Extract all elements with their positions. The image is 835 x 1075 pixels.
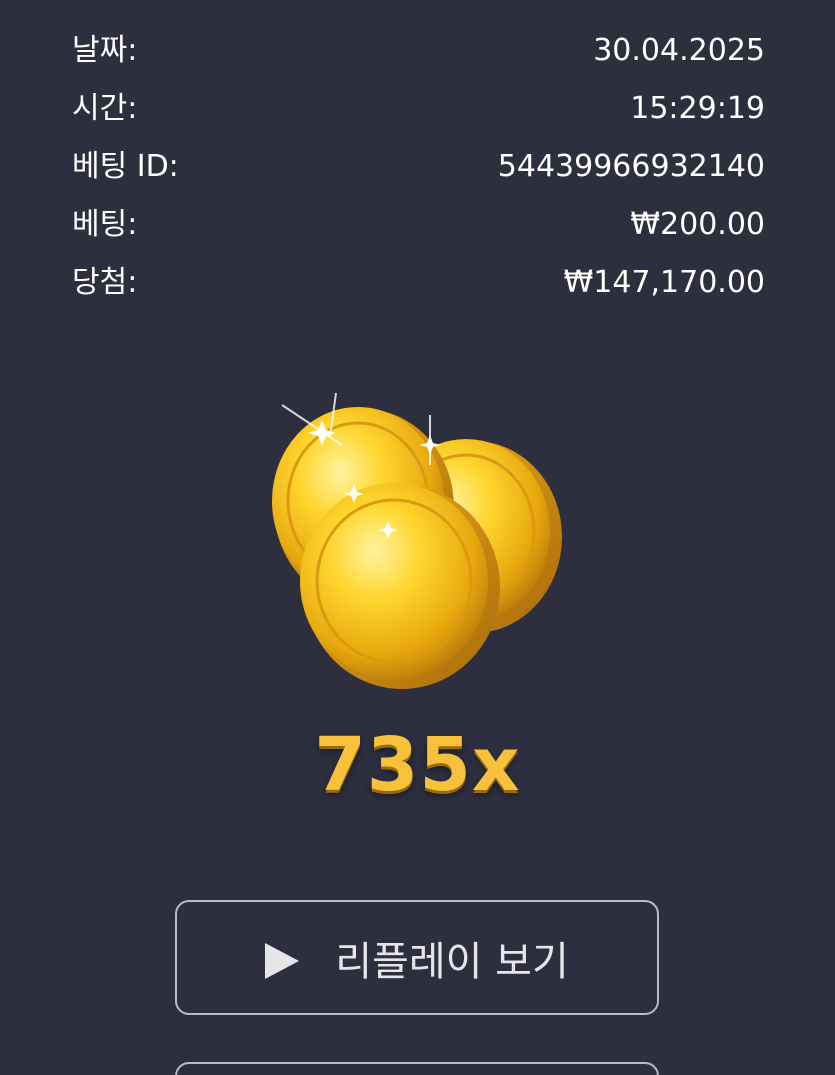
bet-amount-row: 베팅: ₩200.00: [72, 196, 765, 254]
time-label: 시간:: [72, 91, 138, 126]
bet-detail-screen: 날짜: 30.04.2025 시간: 15:29:19 베팅 ID: 54439…: [0, 0, 835, 1075]
bet-id-label: 베팅 ID:: [72, 149, 179, 184]
win-multiplier: 735x: [314, 722, 521, 808]
date-value: 30.04.2025: [593, 33, 765, 68]
secondary-button[interactable]: [175, 1062, 659, 1075]
date-row: 날짜: 30.04.2025: [72, 22, 765, 80]
replay-button[interactable]: 리플레이 보기: [175, 900, 659, 1015]
bet-id-row: 베팅 ID: 54439966932140: [72, 138, 765, 196]
win-amount-row: 당첨: ₩147,170.00: [72, 254, 765, 312]
bet-id-value: 54439966932140: [497, 149, 765, 184]
bet-info: 날짜: 30.04.2025 시간: 15:29:19 베팅 ID: 54439…: [72, 22, 765, 312]
play-icon: [265, 942, 300, 979]
bet-amount-value: ₩200.00: [630, 207, 765, 242]
time-row: 시간: 15:29:19: [72, 80, 765, 138]
bet-amount-label: 베팅:: [72, 207, 138, 242]
time-value: 15:29:19: [630, 91, 765, 126]
gold-coins-icon: [262, 385, 572, 695]
replay-button-label: 리플레이 보기: [335, 938, 569, 985]
win-amount-label: 당첨:: [72, 265, 138, 300]
win-amount-value: ₩147,170.00: [563, 265, 765, 300]
date-label: 날짜:: [72, 33, 138, 68]
